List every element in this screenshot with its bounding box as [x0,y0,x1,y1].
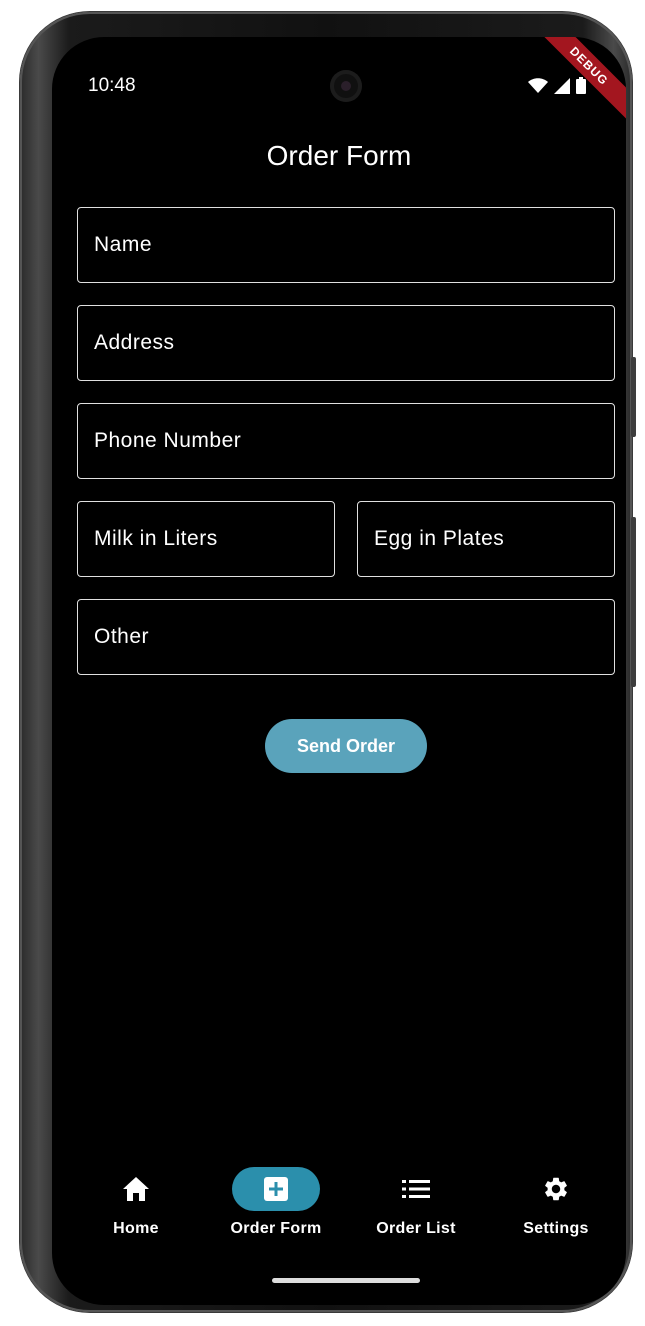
volume-button [631,357,636,437]
status-icons [528,77,586,94]
nav-label-order-list: Order List [376,1220,456,1237]
gear-icon [545,1177,567,1201]
signal-icon [554,77,570,94]
nav-icon-container [512,1167,600,1211]
nav-icon-container [372,1167,460,1211]
nav-label-settings: Settings [523,1220,589,1237]
send-order-button[interactable]: Send Order [265,719,427,773]
nav-icon-container [92,1167,180,1211]
other-field[interactable] [77,599,615,675]
list-icon [402,1180,430,1198]
name-field[interactable] [77,207,615,283]
nav-item-settings[interactable]: Settings [486,1167,626,1238]
address-input[interactable] [78,306,614,380]
milk-input[interactable] [78,502,334,576]
status-time: 10:48 [88,75,136,96]
egg-field[interactable] [357,501,615,577]
wifi-icon [528,77,548,93]
nav-icon-container-active [232,1167,320,1211]
nav-item-order-list[interactable]: Order List [346,1167,486,1238]
phone-input[interactable] [78,404,614,478]
battery-icon [576,77,586,94]
page-title: Order Form [266,140,412,171]
add-box-icon [264,1177,288,1201]
nav-label-order-form: Order Form [230,1220,322,1237]
home-icon [123,1177,149,1201]
egg-input[interactable] [358,502,614,576]
address-field[interactable] [77,305,615,381]
app-screen: 10:48 DEBUG Order Form Name Address Phon… [52,37,626,1305]
nav-item-home[interactable]: Home [66,1167,206,1238]
nav-label-home: Home [113,1220,159,1237]
bottom-navigation: Home Order Form Order List Settings [52,1167,626,1257]
nav-item-order-form[interactable]: Order Form [206,1167,346,1238]
home-indicator[interactable] [272,1278,420,1283]
phone-field[interactable] [77,403,615,479]
front-camera [330,70,362,102]
name-input[interactable] [78,208,614,282]
phone-frame: 10:48 DEBUG Order Form Name Address Phon… [20,12,636,1312]
milk-field[interactable] [77,501,335,577]
power-button [631,517,636,687]
other-input[interactable] [78,600,614,674]
